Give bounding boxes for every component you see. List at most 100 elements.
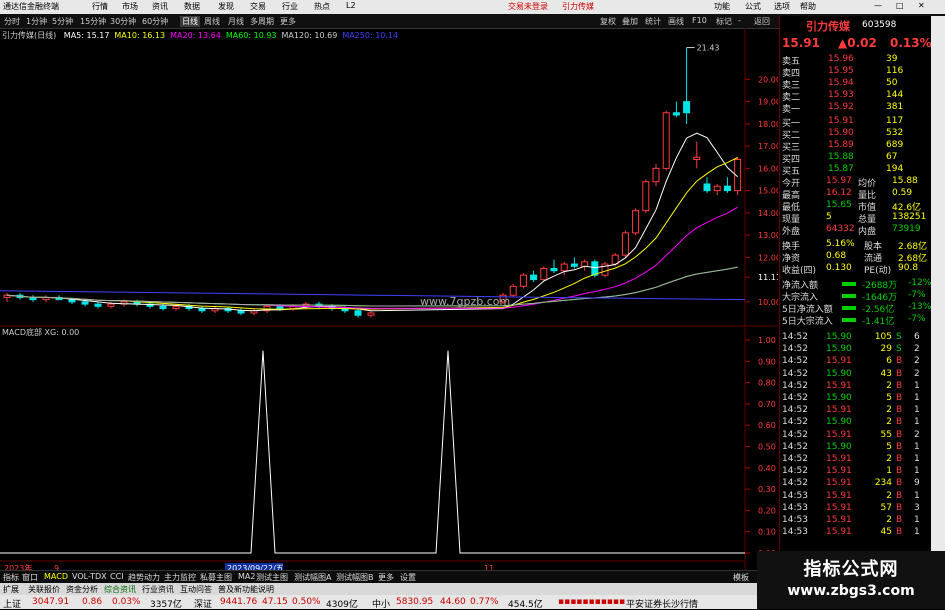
tab-indicator[interactable]: 更多: [378, 572, 394, 583]
tab-info[interactable]: 资金分析: [66, 584, 98, 595]
kline-chart-area[interactable]: 引力传媒(日线) MA5: 15.17 MA10: 16.13 MA20: 13.6…: [0, 28, 778, 576]
tick-time: 14:53: [782, 490, 808, 501]
tick-volume: 2: [886, 490, 892, 501]
tab-info[interactable]: 关联报价: [28, 584, 60, 595]
index-name[interactable]: 中小: [372, 597, 390, 610]
menu-item[interactable]: 发现: [218, 1, 234, 12]
tab-period[interactable]: 更多: [280, 16, 296, 27]
tick-time: 14:53: [782, 527, 808, 538]
ma-line: [6, 132, 738, 312]
toolbar-button[interactable]: 复权: [600, 16, 616, 27]
close-icon[interactable]: ✕: [918, 1, 925, 10]
tab-info[interactable]: 互动问答: [180, 584, 212, 595]
index-name[interactable]: 深证: [194, 597, 212, 610]
tab-indicator[interactable]: 窗口: [22, 572, 38, 583]
tab-indicator[interactable]: 测试幅图B: [336, 572, 374, 583]
tab-info[interactable]: 综合资讯: [104, 584, 136, 595]
menu-item[interactable]: 行业: [282, 1, 298, 12]
candle-body: [581, 261, 589, 267]
menu-item[interactable]: 数据: [184, 1, 200, 12]
tick-time: 14:52: [782, 429, 808, 440]
bid-row: 买三 15.89 689: [780, 140, 932, 153]
tab-info[interactable]: 行业资讯: [142, 584, 174, 595]
login-status-link[interactable]: 交易未登录: [508, 1, 548, 12]
tick-direction: B: [896, 466, 903, 477]
candle-body: [713, 185, 721, 192]
menu-right-item[interactable]: 功能: [714, 1, 730, 12]
tab-period[interactable]: 15分钟: [80, 16, 106, 27]
tick-row: 14:52 15.91 234 B 9: [780, 478, 932, 490]
tab-indicator[interactable]: 主力监控: [164, 572, 196, 583]
index-name[interactable]: 上证: [3, 597, 21, 610]
menu-item[interactable]: L2: [346, 1, 356, 10]
tab-period[interactable]: 5分钟: [52, 16, 73, 27]
macd-axis-label: 0.30: [758, 485, 776, 494]
stat-value: 5: [826, 212, 832, 222]
menu-right-item[interactable]: 帮助: [800, 1, 816, 12]
tab-indicator-selected[interactable]: MACD: [44, 572, 68, 581]
tab-info[interactable]: 扩展: [3, 584, 19, 595]
stock-title-link[interactable]: 引力传媒: [562, 1, 594, 12]
minimize-icon[interactable]: —: [874, 1, 882, 10]
tick-count: 1: [914, 380, 920, 391]
ma-line: [6, 206, 738, 309]
tick-row: 14:52 15.90 43 B 2: [780, 369, 932, 381]
tab-indicator[interactable]: 测试主图: [256, 572, 288, 583]
candle-body: [570, 263, 578, 267]
tab-indicator[interactable]: 指标: [3, 572, 19, 583]
bid-volume: 194: [886, 164, 904, 174]
tab-indicator[interactable]: CCI: [110, 572, 124, 581]
tab-period[interactable]: 周线: [204, 16, 220, 27]
broker-server[interactable]: 平安证券长沙行情: [626, 597, 698, 610]
menu-right-item[interactable]: 选项: [774, 1, 790, 12]
side-toolbar[interactable]: [931, 16, 945, 592]
tab-period[interactable]: 1分钟: [26, 16, 47, 27]
tab-indicator[interactable]: 设置: [400, 572, 416, 583]
tab-period[interactable]: 30分钟: [110, 16, 136, 27]
ask-volume: 116: [886, 66, 904, 76]
tab-indicator[interactable]: 趋势动力: [128, 572, 160, 583]
tick-time: 14:52: [782, 332, 808, 342]
tab-period-selected[interactable]: 日线: [180, 16, 200, 27]
menu-item[interactable]: 资讯: [152, 1, 168, 12]
tab-period[interactable]: 分时: [4, 16, 20, 27]
tick-price: 15.91: [826, 380, 852, 391]
toolbar-button[interactable]: F10: [692, 16, 707, 25]
tab-period[interactable]: 60分钟: [142, 16, 168, 27]
tab-indicator[interactable]: 测试幅图A: [294, 572, 331, 583]
toolbar-button[interactable]: 叠加: [622, 16, 638, 27]
tick-row: 14:52 15.90 5 B 1: [780, 393, 932, 405]
tab-indicator[interactable]: MA2: [238, 572, 255, 581]
toolbar-button[interactable]: 返回: [754, 16, 770, 27]
toolbar-button[interactable]: 画线: [668, 16, 684, 27]
stat-row: 最高 16.12 量比 0.59: [780, 188, 932, 201]
toolbar-button[interactable]: -: [738, 16, 741, 25]
menu-right-item[interactable]: 公式: [745, 1, 761, 12]
tick-direction: B: [896, 527, 903, 538]
tick-count: 3: [914, 502, 920, 513]
menu-item[interactable]: 行情: [92, 1, 108, 12]
tab-period[interactable]: 月线: [228, 16, 244, 27]
tab-indicator[interactable]: VOL-TDX: [72, 572, 107, 581]
menu-item[interactable]: 市场: [122, 1, 138, 12]
bid-price: 15.90: [828, 128, 854, 138]
stat-row: 收益(四) 0.130 PE(动) 90.8: [780, 263, 932, 276]
tick-row: 14:52 15.90 29 S 2: [780, 344, 932, 356]
kline-svg: 20.00 19.00 18.00 17.00 16.00 15.00 14.00 13.00…: [0, 28, 778, 576]
template-button[interactable]: 模板: [733, 572, 749, 583]
toolbar-button[interactable]: 统计: [645, 16, 661, 27]
tick-price: 15.90: [826, 417, 852, 428]
macd-axis-label: 0.80: [758, 379, 776, 388]
tab-indicator[interactable]: 私募主图: [200, 572, 232, 583]
indicator-tab-bar: 指标 窗口 MACD VOL-TDX CCI 趋势动力 主力监控 私募主图 MA…: [0, 570, 780, 584]
flow-pct: -12%: [908, 278, 932, 288]
tab-info[interactable]: 普及新功能说明: [218, 584, 274, 595]
menu-item[interactable]: 热点: [314, 1, 330, 12]
tick-direction: B: [896, 368, 903, 379]
toolbar-button[interactable]: 标记: [716, 16, 732, 27]
maximize-icon[interactable]: □: [896, 1, 904, 10]
menu-item[interactable]: 交易: [250, 1, 266, 12]
tab-period[interactable]: 多周期: [250, 16, 274, 27]
candle-body: [367, 312, 375, 316]
tick-direction: B: [896, 441, 903, 452]
